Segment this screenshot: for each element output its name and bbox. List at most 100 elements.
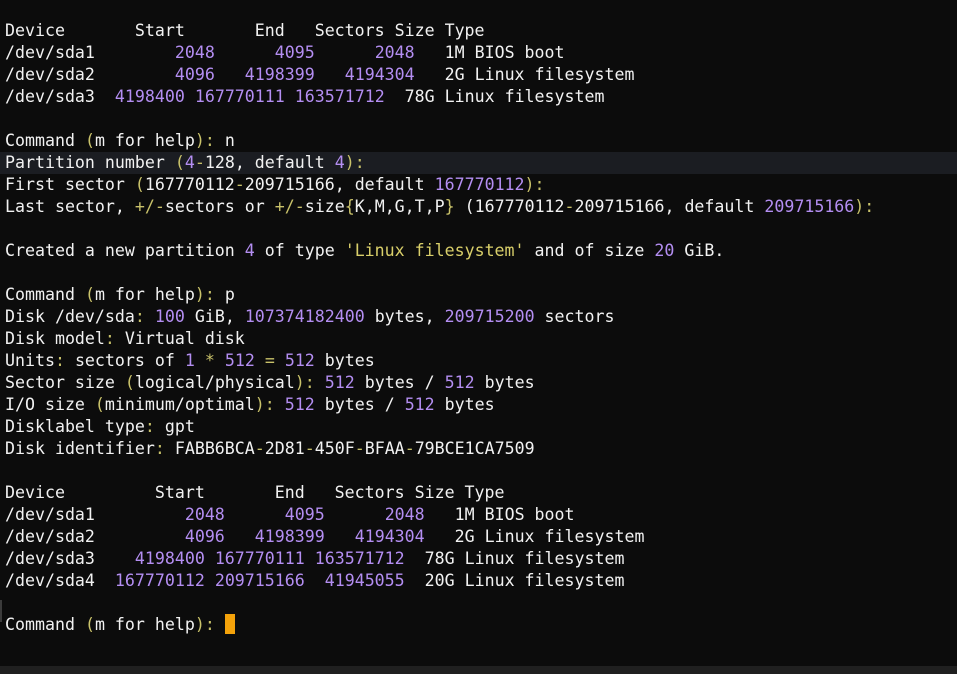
label: Created a new partition bbox=[5, 241, 245, 260]
paren: ) bbox=[194, 285, 205, 304]
terminal-output[interactable]: Device Start End Sectors Size Type /dev/… bbox=[0, 20, 957, 636]
paren: ( bbox=[84, 131, 95, 150]
dash: - bbox=[354, 439, 365, 458]
device-name: /dev/sda3 bbox=[5, 549, 135, 568]
device-name: /dev/sda1 bbox=[5, 505, 165, 524]
dash: - bbox=[254, 439, 265, 458]
paren: ) bbox=[254, 395, 265, 414]
device-name: /dev/sda1 bbox=[5, 43, 145, 62]
label: and of size bbox=[524, 241, 655, 260]
label: Partition number bbox=[5, 153, 175, 172]
end-sector: 4198399 bbox=[254, 527, 325, 546]
paren: ( bbox=[134, 175, 145, 194]
device-name: /dev/sda3 bbox=[5, 87, 115, 106]
help-hint: m for help bbox=[94, 131, 195, 150]
number: 20 bbox=[654, 241, 675, 260]
label: Disk model bbox=[5, 329, 105, 348]
number: 512 bbox=[284, 351, 315, 370]
created-partition-message: Created a new partition 4 of type 'Linux… bbox=[5, 240, 957, 262]
start-sector: 4198400 bbox=[134, 549, 205, 568]
label: minimum/optimal bbox=[104, 395, 255, 414]
label: 209715166, default bbox=[574, 197, 765, 216]
label: bytes bbox=[314, 351, 375, 370]
start-sector: 2048 bbox=[164, 505, 225, 524]
label: bytes / bbox=[314, 395, 405, 414]
label: ( bbox=[454, 197, 475, 216]
disklabel-type-line: Disklabel type: gpt bbox=[5, 416, 957, 438]
operator: +/ bbox=[274, 197, 295, 216]
partition-number-prompt: Partition number (4-128, default 4): bbox=[0, 152, 957, 174]
number: 167770112 bbox=[474, 197, 565, 216]
end-sector: 209715166 bbox=[214, 571, 305, 590]
text-cursor bbox=[224, 614, 235, 634]
colon: : bbox=[304, 373, 315, 392]
table1-row: /dev/sda3 4198400 167770111 163571712 78… bbox=[5, 86, 957, 108]
help-hint: m for help bbox=[94, 285, 195, 304]
value: FABB6BCA bbox=[164, 439, 255, 458]
start-sector: 4096 bbox=[144, 65, 215, 84]
partition-type: Linux filesystem bbox=[464, 65, 635, 84]
partition-type: Linux filesystem bbox=[454, 549, 625, 568]
first-sector-prompt: First sector (167770112-209715166, defau… bbox=[5, 174, 957, 196]
number: 4 bbox=[184, 153, 195, 172]
command-prompt-active[interactable]: Command (m for help): bbox=[5, 614, 957, 636]
brace: { bbox=[344, 197, 355, 216]
user-input: p bbox=[214, 285, 235, 304]
disk-info-line: Disk /dev/sda: 100 GiB, 107374182400 byt… bbox=[5, 306, 957, 328]
device-name: /dev/sda2 bbox=[5, 65, 145, 84]
units-line: Units: sectors of 1 * 512 = 512 bytes bbox=[5, 350, 957, 372]
table1-header: Device Start End Sectors Size Type bbox=[5, 21, 485, 40]
paren: ) bbox=[294, 373, 305, 392]
number: 512 bbox=[324, 373, 355, 392]
table2-header: Device Start End Sectors Size Type bbox=[5, 483, 505, 502]
dash: - bbox=[294, 197, 305, 216]
colon: : bbox=[134, 307, 145, 326]
io-size-line: I/O size (minimum/optimal): 512 bytes / … bbox=[5, 394, 957, 416]
colon: : bbox=[154, 439, 165, 458]
colon: : bbox=[54, 351, 65, 370]
number: 209715166 bbox=[764, 197, 855, 216]
end-sector: 167770111 bbox=[194, 87, 285, 106]
label: GiB, bbox=[184, 307, 245, 326]
user-input[interactable] bbox=[215, 615, 225, 634]
device-name: /dev/sda2 bbox=[5, 527, 165, 546]
label: I/O size bbox=[5, 395, 95, 414]
label: First sector bbox=[5, 175, 135, 194]
bottom-scrollbar[interactable] bbox=[0, 666, 957, 674]
operator: * bbox=[204, 351, 215, 370]
paren: ) bbox=[194, 131, 205, 150]
colon: : bbox=[104, 329, 115, 348]
partition-type: Linux filesystem bbox=[454, 571, 625, 590]
dash: - bbox=[304, 439, 315, 458]
operator: +/ bbox=[134, 197, 155, 216]
start-sector: 4198400 bbox=[114, 87, 185, 106]
number: 4 bbox=[334, 153, 345, 172]
end-sector: 4095 bbox=[274, 43, 315, 62]
label: logical/physical bbox=[134, 373, 295, 392]
table2-row: /dev/sda4 167770112 209715166 41945055 2… bbox=[5, 570, 957, 592]
number: 100 bbox=[154, 307, 185, 326]
value: 79BCE1CA7509 bbox=[414, 439, 535, 458]
partition-size: 20G bbox=[404, 571, 455, 590]
label: bytes / bbox=[354, 373, 445, 392]
start-sector: 4096 bbox=[164, 527, 225, 546]
label: GiB. bbox=[674, 241, 725, 260]
colon: : bbox=[264, 395, 275, 414]
label: sectors bbox=[534, 307, 615, 326]
number: 1 bbox=[184, 351, 195, 370]
number: 107374182400 bbox=[244, 307, 365, 326]
colon: : bbox=[144, 417, 155, 436]
partition-size: 2G bbox=[424, 527, 475, 546]
